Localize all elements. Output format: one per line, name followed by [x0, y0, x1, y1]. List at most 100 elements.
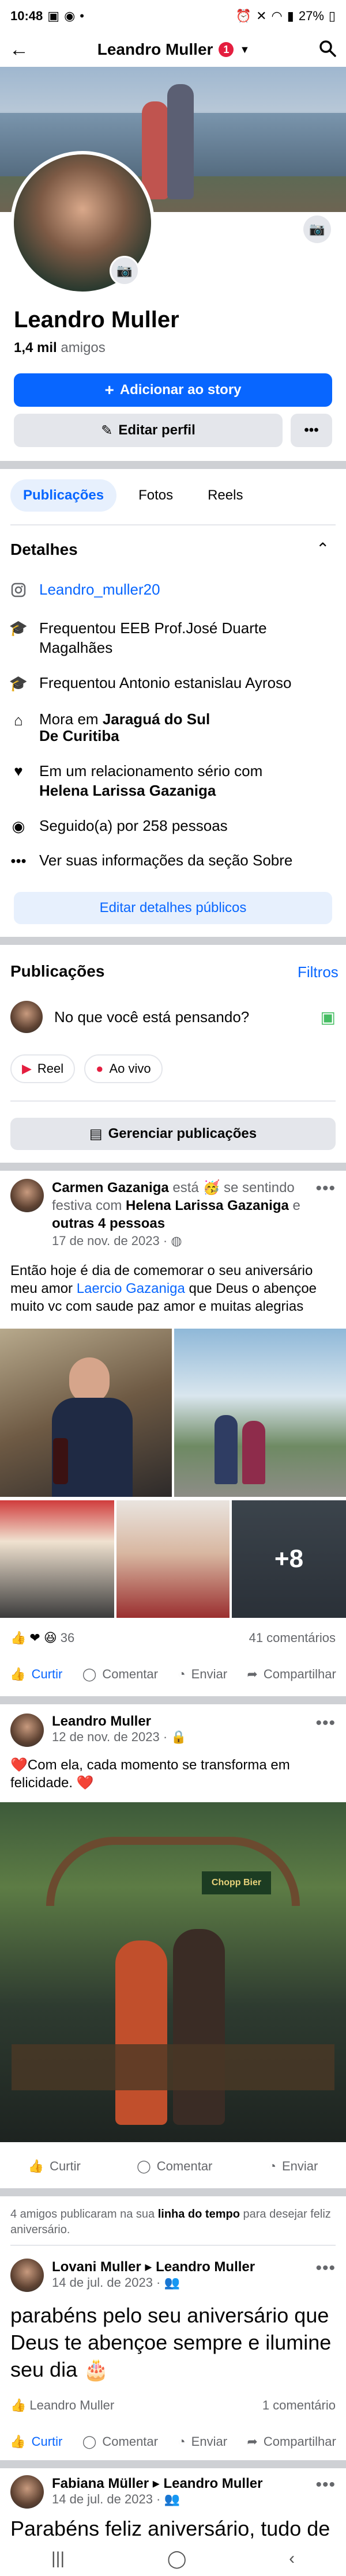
comment-button[interactable]: ◯ Comentar [82, 2434, 158, 2449]
post2-author[interactable]: Leandro Muller [52, 1713, 307, 1730]
reel-button[interactable]: ▶ Reel [10, 1054, 76, 1083]
live-button[interactable]: ● Ao vivo [84, 1054, 163, 1083]
manage-posts-button[interactable]: ▤ Gerenciar publicações [10, 1118, 336, 1150]
post4-author[interactable]: Fabiana Müller [52, 2476, 149, 2491]
post1-avatar[interactable] [10, 1179, 44, 1212]
detail-instagram[interactable]: Leandro_muller20 [10, 581, 336, 599]
chevron-up-icon[interactable]: ⌃ [316, 539, 329, 558]
post3-comment-count[interactable]: 1 comentário [262, 2398, 336, 2413]
detail-about[interactable]: ••• Ver suas informações da seção Sobre [10, 852, 336, 869]
post3-avatar[interactable] [10, 2259, 44, 2292]
detail-school2: 🎓 Frequentou Antonio estanislau Ayroso [9, 674, 336, 692]
post1-more-photos[interactable]: +8 [232, 1500, 346, 1618]
composer-avatar[interactable] [10, 1001, 43, 1033]
post1-header: Carmen Gazaniga está 🥳 se sentindo festi… [10, 1179, 336, 1249]
instagram-link[interactable]: Leandro_muller20 [39, 581, 160, 599]
like-reaction-icon: 👍 [10, 2398, 27, 2412]
tab-publicacoes[interactable]: Publicações [10, 479, 117, 512]
photo-icon[interactable]: ▣ [321, 1008, 336, 1027]
send-button[interactable]: ◔ Enviar [269, 2159, 318, 2174]
post2-photo[interactable]: Chopp Bier [0, 1802, 346, 2142]
tab-fotos[interactable]: Fotos [126, 479, 186, 512]
post3-text: parabéns pelo seu aniversário que Deus t… [10, 2303, 332, 2381]
share-button[interactable]: ➦ Compartilhar [247, 2434, 336, 2449]
section-divider [0, 937, 346, 945]
post2-more-icon[interactable]: ••• [315, 1713, 336, 1733]
create-options: ▶ Reel ● Ao vivo [10, 1054, 163, 1083]
details-title: Detalhes [10, 540, 78, 558]
tab-reels[interactable]: Reels [195, 479, 255, 512]
post1-feeling-pre: está [172, 1180, 199, 1196]
detail-relationship: ♥ Em um relacionamento sério com Helena … [10, 762, 336, 801]
back-icon[interactable]: ‹ [289, 2549, 295, 2569]
post1-photo-4[interactable] [116, 1500, 230, 1618]
post3-author[interactable]: Lovani Muller [52, 2259, 141, 2275]
wifi-icon: ◠ [271, 9, 283, 23]
recent-apps-icon[interactable]: ||| [51, 2549, 65, 2569]
post1-stats: 👍 ❤ 😆 36 41 comentários [10, 1631, 336, 1646]
home-icon: ⌂ [14, 711, 23, 729]
cover-camera-button[interactable]: 📷 [303, 215, 331, 243]
section-divider [0, 2188, 346, 2196]
post1-photo-3[interactable] [0, 1500, 114, 1618]
composer-placeholder[interactable]: No que você está pensando? [54, 1008, 309, 1026]
friends-number: 1,4 mil [14, 340, 57, 355]
send-label: Enviar [281, 2159, 318, 2173]
like-button[interactable]: 👍 Curtir [10, 1667, 62, 1682]
post1-more-icon[interactable]: ••• [315, 1179, 336, 1198]
composer[interactable]: No que você está pensando? ▣ [10, 997, 336, 1037]
edit-public-details-button[interactable]: Editar detalhes públicos [14, 892, 332, 924]
post3-liker[interactable]: Leandro Muller [29, 2398, 114, 2413]
heart-icon: ♥ [14, 762, 23, 780]
back-arrow-icon[interactable]: ← [9, 39, 29, 61]
post2-avatar[interactable] [10, 1713, 44, 1747]
post3-target[interactable]: Leandro Muller [156, 2259, 255, 2275]
publications-title: Publicações [10, 962, 105, 980]
arrow-right-icon: ▸ [152, 2476, 160, 2491]
more-dots-icon: ••• [304, 422, 319, 438]
relationship-with[interactable]: Helena Larissa Gazaniga [39, 782, 216, 799]
post4-target[interactable]: Leandro Muller [163, 2476, 262, 2491]
post1-with[interactable]: Helena Larissa Gazaniga [126, 1198, 289, 1213]
add-story-button[interactable]: + Adicionar ao story [14, 373, 332, 407]
post1-reaction-count[interactable]: 36 [61, 1631, 74, 1646]
comment-label: Comentar [102, 1667, 158, 1681]
send-button[interactable]: ◔ Enviar [178, 1667, 227, 1682]
live-video-icon: ● [96, 1061, 104, 1076]
home-city[interactable]: Jaraguá do Sul [103, 710, 210, 728]
post4-avatar[interactable] [10, 2475, 44, 2509]
post1-photo-1[interactable] [0, 1329, 172, 1497]
post1-mention[interactable]: Laercio Gazaniga [77, 1281, 185, 1296]
avatar-camera-button[interactable]: 📷 [110, 256, 140, 286]
post1-author[interactable]: Carmen Gazaniga [52, 1180, 169, 1196]
mute-icon: ✕ [256, 9, 267, 23]
comment-button[interactable]: ◯ Comentar [82, 1667, 158, 1682]
post1-photo-5[interactable]: +8 [232, 1500, 346, 1618]
post4-more-icon[interactable]: ••• [315, 2475, 336, 2495]
graduation-cap-icon: 🎓 [9, 619, 28, 637]
notice-bold[interactable]: linha do tempo [158, 2208, 240, 2221]
filters-link[interactable]: Filtros [298, 963, 339, 981]
send-button[interactable]: ◔ Enviar [178, 2434, 227, 2449]
home-city2[interactable]: De Curitiba [39, 727, 119, 744]
school1-text: Frequentou EEB Prof.José Duarte Magalhãe… [39, 619, 267, 656]
post1-photo-2[interactable] [174, 1329, 346, 1497]
share-icon: ➦ [247, 2434, 258, 2449]
comment-icon: ◯ [82, 2434, 97, 2449]
like-button[interactable]: 👍 Curtir [10, 2434, 62, 2449]
like-button[interactable]: 👍 Curtir [28, 2159, 81, 2174]
header-title-group[interactable]: Leandro Muller 1 ▼ [97, 40, 250, 59]
edit-profile-button[interactable]: ✎ Editar perfil [14, 414, 283, 447]
comment-button[interactable]: ◯ Comentar [137, 2159, 212, 2174]
detail-school1: 🎓 Frequentou EEB Prof.José Duarte Magalh… [9, 619, 336, 658]
post1-comment-count[interactable]: 41 comentários [249, 1631, 336, 1646]
detail-home: ⌂ Mora em Jaraguá do Sul De Curitiba [10, 711, 336, 744]
search-icon[interactable] [318, 39, 337, 60]
dot-icon: • [80, 9, 84, 23]
post3-more-icon[interactable]: ••• [315, 2259, 336, 2278]
friends-count[interactable]: 1,4 mil amigos [14, 340, 106, 356]
home-button-icon[interactable]: ◯ [167, 2549, 187, 2569]
post1-others[interactable]: outras 4 pessoas [52, 1216, 165, 1231]
more-options-button[interactable]: ••• [291, 414, 332, 447]
share-button[interactable]: ➦ Compartilhar [247, 1667, 336, 1682]
